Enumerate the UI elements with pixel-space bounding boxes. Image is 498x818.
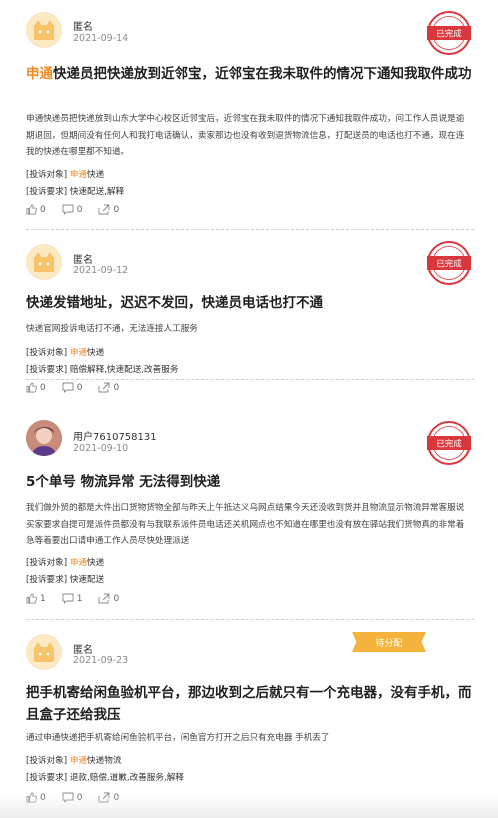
complaint-title[interactable]: 快递发错地址，迟迟不发回，快递员电话也打不通 <box>26 292 472 314</box>
status-badge-pending: 待分配 <box>352 632 426 652</box>
user-name: 匿名 <box>73 22 93 33</box>
comment-button[interactable]: 0 <box>62 204 82 215</box>
complaint-target: [投诉对象] 申通快递 <box>26 348 105 358</box>
cat-avatar-icon <box>26 12 62 48</box>
post-date: 2021-09-14 <box>73 33 129 44</box>
post-date: 2021-09-23 <box>73 655 129 666</box>
like-button[interactable]: 0 <box>26 204 46 215</box>
post-date: 2021-09-10 <box>73 443 129 454</box>
share-button[interactable]: 0 <box>98 204 119 215</box>
status-stamp-completed: 已完成 <box>426 420 472 466</box>
action-bar: 0 0 0 <box>26 382 119 393</box>
like-button[interactable]: 1 <box>26 593 46 604</box>
complaint-description: 通过申通快递把手机寄给闲鱼验机平台，闲鱼官方打开之后只有充电器 手机丢了 <box>26 733 330 743</box>
title-brand: 申通 <box>26 66 53 82</box>
post-date: 2021-09-12 <box>73 265 129 276</box>
action-bar: 0 0 0 <box>26 204 119 215</box>
complaint-description: 申通快递员把快递放到山东大学中心校区近邻宝后，近邻宝在我未取件的情况下通知我取件… <box>26 114 465 157</box>
status-stamp-label: 已完成 <box>436 439 462 450</box>
comment-icon <box>62 204 74 215</box>
complaint-card[interactable]: 匿名 2021-09-12 已完成 快递发错地址，迟迟不发回，快递员电话也打不通… <box>0 230 498 393</box>
action-bar: 1 1 0 <box>26 593 119 604</box>
complaint-request: [投诉要求] 快速配送,解释 <box>26 187 125 197</box>
complaint-card[interactable]: 匿名 2021-09-14 已完成 申通快递员把快递放到近邻宝，近邻宝在我未取件… <box>0 0 498 230</box>
complaint-request: [投诉要求] 退款,赔偿,道歉,改善服务,解释 <box>26 773 184 783</box>
share-icon <box>99 382 110 393</box>
thumbs-up-icon <box>26 204 37 215</box>
share-icon <box>99 593 110 604</box>
complaint-card[interactable]: 用户7610758131 2021-09-10 已完成 5个单号 物流异常 无法… <box>0 408 498 620</box>
comment-button[interactable]: 1 <box>62 593 82 604</box>
complaint-title[interactable]: 申通快递员把快递放到近邻宝，近邻宝在我未取件的情况下通知我取件成功 <box>26 63 472 85</box>
share-icon <box>99 204 110 215</box>
target-brand[interactable]: 申通 <box>70 348 87 358</box>
user-photo-avatar-icon <box>26 420 62 456</box>
complaint-target: [投诉对象] 申通快递物流 <box>26 756 122 766</box>
share-button[interactable]: 0 <box>98 382 119 393</box>
user-name: 匿名 <box>73 645 93 656</box>
complaint-request: [投诉要求] 赔偿解释,快速配送,改善服务 <box>26 365 179 375</box>
title-text: 快递发错地址，迟迟不发回，快递员电话也打不通 <box>26 295 323 311</box>
comment-icon <box>62 593 74 604</box>
complaint-card[interactable]: 匿名 2021-09-23 待分配 把手机寄给闲鱼验机平台，那边收到之后就只有一… <box>0 622 498 818</box>
cat-avatar-icon <box>26 634 62 670</box>
complaint-title[interactable]: 5个单号 物流异常 无法得到快递 <box>26 471 472 493</box>
thumbs-up-icon <box>26 382 37 393</box>
complaint-target: [投诉对象] 申通快递 <box>26 558 105 568</box>
complaint-description: 快递官网投诉电话打不通，无法连接人工服务 <box>26 324 198 334</box>
title-text: 快递员把快递放到近邻宝，近邻宝在我未取件的情况下通知我取件成功 <box>53 66 472 82</box>
complaint-request: [投诉要求] 快速配送 <box>26 575 105 585</box>
title-text: 把手机寄给闲鱼验机平台，那边收到之后就只有一个充电器，没有手机，而且盒子还给我压 <box>26 685 472 723</box>
user-name: 用户7610758131 <box>73 432 157 443</box>
target-brand[interactable]: 申通 <box>70 170 87 180</box>
share-button[interactable]: 0 <box>98 593 119 604</box>
status-stamp-completed: 已完成 <box>426 10 472 56</box>
target-brand[interactable]: 申通 <box>70 756 87 766</box>
title-text: 5个单号 物流异常 无法得到快递 <box>26 474 221 490</box>
user-name: 匿名 <box>73 255 93 266</box>
complaint-description: 我们做外贸的都是大件出口货物货物全部与昨天上午抵达义乌网点结果今天还没收到货并且… <box>26 503 465 546</box>
target-brand[interactable]: 申通 <box>70 558 87 568</box>
comment-button[interactable]: 0 <box>62 382 82 393</box>
status-stamp-label: 已完成 <box>436 29 462 40</box>
complaint-title[interactable]: 把手机寄给闲鱼验机平台，那边收到之后就只有一个充电器，没有手机，而且盒子还给我压 <box>26 682 472 726</box>
cat-avatar-icon <box>26 244 62 280</box>
complaint-target: [投诉对象] 申通快递 <box>26 170 105 180</box>
status-stamp-completed: 已完成 <box>426 240 472 286</box>
thumbs-up-icon <box>26 593 37 604</box>
status-stamp-label: 已完成 <box>436 259 462 270</box>
comment-icon <box>62 382 74 393</box>
bottom-fade <box>0 794 498 818</box>
like-button[interactable]: 0 <box>26 382 46 393</box>
